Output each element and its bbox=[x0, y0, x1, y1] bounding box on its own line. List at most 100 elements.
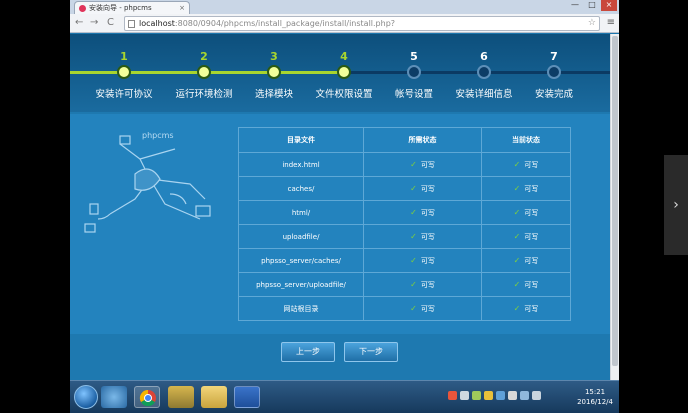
table-body: index.html ✓ 可写 ✓ 可写 caches/✓ 可写 ✓ 可写 html/✓ 可写 ✓ 可写… bbox=[238, 152, 571, 321]
browser-tab[interactable]: 安装向导 - phpcms × bbox=[74, 1, 190, 14]
current-status-cell: ✓ 可写 bbox=[481, 248, 571, 273]
forward-button-icon[interactable]: → bbox=[90, 17, 98, 29]
step-number: 3 bbox=[270, 50, 278, 63]
table-row: html/✓ 可写 ✓ 可写 bbox=[238, 200, 571, 225]
system-tray bbox=[448, 391, 541, 403]
browser-window: 安装向导 - phpcms × — □ × ← → C localhost:80… bbox=[70, 0, 619, 413]
required-status-cell: ✓ 可写 bbox=[363, 272, 482, 297]
tray-app-icon[interactable] bbox=[508, 391, 517, 400]
required-status-text: 可写 bbox=[420, 160, 435, 169]
step-number: 7 bbox=[550, 50, 558, 63]
network-icon[interactable] bbox=[520, 391, 529, 400]
current-status-text: 可写 bbox=[524, 280, 539, 289]
required-status-cell: ✓ 可写 bbox=[363, 152, 482, 177]
url-path: :8080/0904/phpcms/install_package/instal… bbox=[174, 19, 396, 28]
tray-app-icon[interactable] bbox=[496, 391, 505, 400]
check-icon: ✓ bbox=[513, 231, 521, 241]
tray-app-icon[interactable] bbox=[448, 391, 457, 400]
required-status-cell: ✓ 可写 bbox=[363, 248, 482, 273]
required-status-cell: ✓ 可写 bbox=[363, 200, 482, 225]
next-slide-arrow-icon[interactable]: › bbox=[664, 155, 688, 255]
step-dot-icon bbox=[337, 65, 351, 79]
file-path-cell: uploadfile/ bbox=[238, 224, 364, 249]
step-dot-icon bbox=[267, 65, 281, 79]
file-path-cell: index.html bbox=[238, 152, 364, 177]
pinned-app-icon[interactable] bbox=[101, 386, 127, 408]
tray-app-icon[interactable] bbox=[472, 391, 481, 400]
step-label: 文件权限设置 bbox=[315, 89, 373, 100]
file-explorer-taskbar-icon[interactable] bbox=[201, 386, 227, 408]
file-path-cell: html/ bbox=[238, 200, 364, 225]
step-label: 安装许可协议 bbox=[95, 89, 153, 100]
col-header-required: 所需状态 bbox=[363, 127, 482, 153]
required-status-cell: ✓ 可写 bbox=[363, 224, 482, 249]
required-status-text: 可写 bbox=[420, 208, 435, 217]
file-path-cell: 网站根目录 bbox=[238, 296, 364, 321]
start-button-icon[interactable] bbox=[74, 385, 98, 409]
required-status-cell: ✓ 可写 bbox=[363, 296, 482, 321]
minimize-button[interactable]: — bbox=[567, 0, 583, 11]
check-icon: ✓ bbox=[410, 231, 417, 241]
install-progress-header: 1 安装许可协议 2 运行环境检测 3 选择模块 4 文件权限设置 5 帐号设置 6 安装详细信息 7 安… bbox=[70, 34, 610, 112]
required-status-text: 可写 bbox=[420, 256, 435, 265]
step-label: 运行环境检测 bbox=[175, 89, 233, 100]
current-status-cell: ✓ 可写 bbox=[481, 152, 571, 177]
col-header-path: 目录文件 bbox=[238, 127, 364, 153]
file-permission-panel: phpcms 目录文件 所需状态 当前状态 index.html ✓ 可写 ✓ 可写 ca… bbox=[70, 114, 610, 334]
step-number: 2 bbox=[200, 50, 208, 63]
current-status-text: 可写 bbox=[524, 232, 539, 241]
required-status-text: 可写 bbox=[420, 280, 435, 289]
reload-button-icon[interactable]: C bbox=[107, 17, 114, 29]
table-row: 网站根目录 ✓ 可写 ✓ 可写 bbox=[238, 296, 571, 321]
illustration-brand: phpcms bbox=[142, 131, 174, 140]
check-icon: ✓ bbox=[513, 183, 521, 193]
required-status-text: 可写 bbox=[420, 184, 435, 193]
tray-app-icon[interactable] bbox=[484, 391, 493, 400]
step-dot-icon bbox=[477, 65, 491, 79]
current-status-cell: ✓ 可写 bbox=[481, 176, 571, 201]
phpcms-favicon-icon bbox=[79, 5, 86, 12]
browser-toolbar: ← → C localhost:8080/0904/phpcms/install… bbox=[70, 14, 619, 33]
chrome-taskbar-icon[interactable] bbox=[134, 386, 160, 408]
scrollbar-thumb[interactable] bbox=[612, 36, 618, 366]
current-status-cell: ✓ 可写 bbox=[481, 224, 571, 249]
step-label: 安装详细信息 bbox=[455, 89, 513, 100]
word-taskbar-icon[interactable] bbox=[234, 386, 260, 408]
volume-icon[interactable] bbox=[532, 391, 541, 400]
back-button-icon[interactable]: ← bbox=[75, 17, 83, 29]
next-step-button[interactable]: 下一步 bbox=[344, 342, 398, 362]
check-icon: ✓ bbox=[410, 207, 417, 217]
windows-taskbar: 15:21 2016/12/4 bbox=[70, 380, 619, 413]
browser-menu-icon[interactable]: ≡ bbox=[607, 17, 615, 28]
window-controls: — □ × bbox=[567, 0, 617, 13]
tab-strip: 安装向导 - phpcms × — □ × bbox=[70, 0, 619, 14]
desktop-screen: 安装向导 - phpcms × — □ × ← → C localhost:80… bbox=[0, 0, 688, 413]
tools-taskbar-icon[interactable] bbox=[168, 386, 194, 408]
tab-close-icon[interactable]: × bbox=[179, 2, 185, 14]
check-icon: ✓ bbox=[410, 183, 417, 193]
current-status-cell: ✓ 可写 bbox=[481, 200, 571, 225]
maximize-button[interactable]: □ bbox=[584, 0, 600, 11]
tray-app-icon[interactable] bbox=[460, 391, 469, 400]
close-window-button[interactable]: × bbox=[601, 0, 617, 11]
step-dot-icon bbox=[547, 65, 561, 79]
step-number: 4 bbox=[340, 50, 348, 63]
taskbar-clock[interactable]: 15:21 2016/12/4 bbox=[577, 387, 613, 407]
step-label: 安装完成 bbox=[534, 89, 573, 100]
table-row: phpsso_server/caches/✓ 可写 ✓ 可写 bbox=[238, 248, 571, 273]
current-status-text: 可写 bbox=[524, 184, 539, 193]
required-status-text: 可写 bbox=[420, 232, 435, 241]
current-status-text: 可写 bbox=[524, 208, 539, 217]
file-path-cell: caches/ bbox=[238, 176, 364, 201]
check-icon: ✓ bbox=[410, 279, 417, 289]
bookmark-star-icon[interactable]: ☆ bbox=[588, 17, 596, 30]
address-bar[interactable]: localhost:8080/0904/phpcms/install_packa… bbox=[124, 16, 600, 31]
file-path-cell: phpsso_server/caches/ bbox=[238, 248, 364, 273]
check-icon: ✓ bbox=[513, 303, 521, 313]
step-label: 选择模块 bbox=[254, 89, 293, 100]
vertical-scrollbar[interactable] bbox=[610, 34, 619, 380]
step-number: 1 bbox=[120, 50, 128, 63]
clock-time: 15:21 bbox=[584, 388, 606, 396]
current-status-cell: ✓ 可写 bbox=[481, 272, 571, 297]
prev-step-button[interactable]: 上一步 bbox=[281, 342, 335, 362]
